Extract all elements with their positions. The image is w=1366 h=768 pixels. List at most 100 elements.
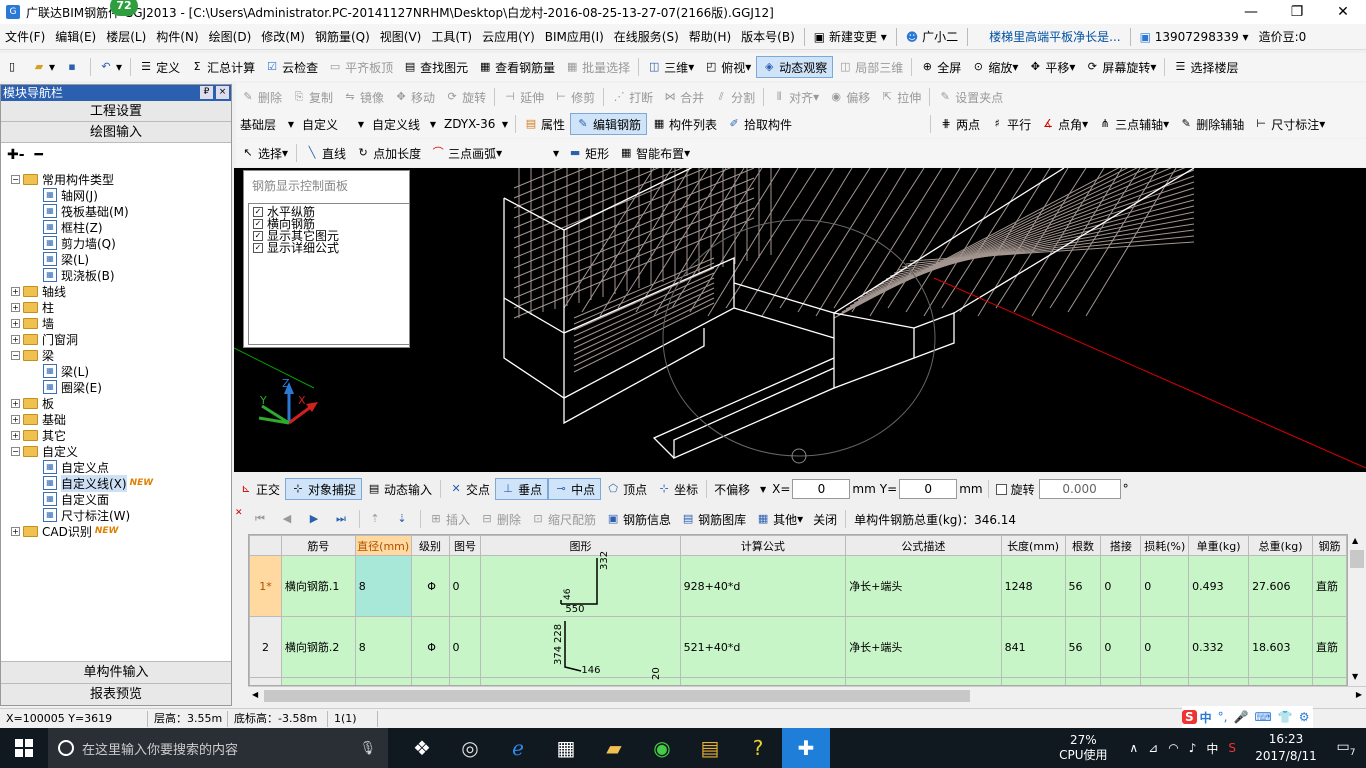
menu-view[interactable]: 视图(V): [375, 28, 427, 45]
tree-item[interactable]: + 轴线: [11, 283, 66, 299]
cell-lap[interactable]: 0: [1100, 555, 1142, 617]
tree-item[interactable]: + 板: [11, 395, 54, 411]
menu-rebar-qty[interactable]: 钢筋量(Q): [310, 28, 375, 45]
expand-all-icon[interactable]: ✚-: [7, 147, 25, 163]
menu-cloud[interactable]: 云应用(Y): [477, 28, 540, 45]
col-header-count[interactable]: 根数: [1064, 535, 1102, 556]
table-vertical-scrollbar[interactable]: ▲ ▼: [1348, 534, 1366, 686]
tree-item[interactable]: ▦ 筏板基础(M): [43, 203, 129, 219]
skin-icon[interactable]: 👕: [1275, 710, 1296, 724]
scroll-thumb[interactable]: [1350, 550, 1364, 568]
cell-grade[interactable]: Φ: [410, 555, 450, 617]
col-header-total-weight[interactable]: 总重(kg): [1248, 535, 1313, 556]
col-header-bar-no[interactable]: 筋号: [280, 535, 356, 556]
cell-unit-weight[interactable]: 0.493: [1188, 555, 1250, 617]
microphone-icon[interactable]: 🎤: [1231, 710, 1252, 724]
table-row[interactable]: 2 横向钢筋.2 8 Φ 0 374 228 146 521+40*d 净长+端…: [249, 616, 1347, 678]
delete-row-button[interactable]: ⊟ 删除: [475, 508, 526, 530]
property-button[interactable]: ▤ 属性: [519, 113, 570, 135]
cell-count[interactable]: [1064, 677, 1102, 685]
clock[interactable]: 16:23 2017/8/11: [1246, 731, 1326, 765]
point-angle-button[interactable]: ∡ 点角 ▾: [1036, 113, 1093, 135]
cell-diameter[interactable]: 8: [354, 555, 412, 617]
table-row[interactable]: 1* 横向钢筋.1 8 Φ 0 332 320 46 550 928+40*d …: [249, 551, 1347, 617]
cell-count[interactable]: 56: [1064, 616, 1102, 678]
question-link[interactable]: 楼梯里高端平板净长是...: [984, 28, 1125, 45]
menu-element[interactable]: 构件(N): [151, 28, 203, 45]
scroll-up-icon[interactable]: ▲: [1352, 536, 1358, 545]
col-header-lap[interactable]: 搭接: [1100, 535, 1142, 556]
ime-indicator[interactable]: 中: [1206, 740, 1218, 757]
collapse-icon[interactable]: −: [11, 350, 20, 360]
dimension-button[interactable]: ⊢ 尺寸标注 ▾: [1249, 113, 1330, 135]
ortho-button[interactable]: ⊾ 正交: [234, 478, 285, 500]
user-account[interactable]: ▣ 13907298339 ▾: [1135, 30, 1254, 44]
sogou-tray-icon[interactable]: S: [1228, 741, 1236, 755]
restore-button[interactable]: ❐: [1274, 0, 1320, 24]
object-snap-button[interactable]: ⊹ 对象捕捉: [285, 478, 363, 500]
tree-item[interactable]: ▦ 剪力墙(Q): [43, 235, 116, 251]
cell-loss[interactable]: [1140, 677, 1190, 685]
tree-item[interactable]: + 柱: [11, 299, 54, 315]
tree-item[interactable]: − 梁: [11, 347, 54, 363]
open-button[interactable]: ▰ ▾: [27, 56, 60, 78]
cell-shape[interactable]: 332 320 46 550: [480, 551, 681, 617]
tree-item[interactable]: ▦ 轴网(J): [43, 187, 98, 203]
cell-figure-no[interactable]: 0: [448, 616, 482, 678]
new-file-button[interactable]: ▯: [0, 56, 27, 78]
view-rebar-qty-button[interactable]: ▦ 查看钢筋量: [473, 56, 560, 78]
ime-lang-toggle[interactable]: 中: [1197, 709, 1215, 726]
task-view-icon[interactable]: ❖: [398, 728, 446, 768]
save-button[interactable]: ▪: [60, 56, 87, 78]
col-header-loss[interactable]: 损耗(%): [1140, 535, 1190, 556]
keyboard-icon[interactable]: ⌨: [1251, 710, 1274, 724]
cell-total-weight[interactable]: 27.606: [1248, 555, 1313, 617]
cell-formula[interactable]: 928+40*d: [679, 555, 847, 617]
file-explorer-icon[interactable]: ▰: [590, 728, 638, 768]
tree-item[interactable]: − 自定义: [11, 443, 78, 459]
menu-tools[interactable]: 工具(T): [426, 28, 477, 45]
scale-rebar-button[interactable]: ⊡ 缩尺配筋: [526, 508, 601, 530]
stretch-button[interactable]: ⇱ 拉伸: [875, 86, 926, 108]
cell-total-weight[interactable]: [1248, 677, 1313, 685]
vertex-snap-button[interactable]: ⬠ 顶点: [601, 478, 652, 500]
last-record-button[interactable]: ⏭: [329, 508, 356, 530]
edit-rebar-button[interactable]: ✎ 编辑钢筋: [570, 113, 648, 135]
col-header-formula[interactable]: 计算公式: [679, 535, 847, 556]
guangxiaoer-button[interactable]: ☻ 广小二: [901, 28, 963, 45]
close-icon[interactable]: ×: [216, 86, 229, 99]
tree-item[interactable]: ▦ 梁(L): [43, 363, 89, 379]
tree-item[interactable]: + 基础: [11, 411, 66, 427]
cell-rebar-type[interactable]: 直筋: [1311, 555, 1347, 617]
app-swirl-icon[interactable]: ◎: [446, 728, 494, 768]
rectangle-button[interactable]: ▬ 矩形: [563, 142, 614, 164]
pin-icon[interactable]: ₽: [200, 86, 213, 99]
cell-length[interactable]: 841: [1000, 616, 1066, 678]
trim-button[interactable]: ⊢ 修剪: [549, 86, 600, 108]
row-index[interactable]: [249, 677, 282, 685]
expand-icon[interactable]: +: [11, 318, 20, 328]
expand-icon[interactable]: +: [11, 334, 20, 344]
parallel-button[interactable]: ♯ 平行: [985, 113, 1036, 135]
find-element-button[interactable]: ▤ 查找图元: [398, 56, 473, 78]
insert-button[interactable]: ⊞ 插入: [424, 508, 475, 530]
cell-count[interactable]: 56: [1064, 555, 1102, 617]
cell-lap[interactable]: [1100, 677, 1142, 685]
cell-diameter[interactable]: 8: [354, 616, 412, 678]
three-point-arc-button[interactable]: ⌒ 三点画弧 ▾: [426, 142, 507, 164]
minimize-button[interactable]: —: [1228, 0, 1274, 24]
extend-button[interactable]: ⊣ 延伸: [498, 86, 549, 108]
settings-icon[interactable]: ⚙: [1296, 710, 1313, 724]
menu-help[interactable]: 帮助(H): [684, 28, 736, 45]
col-header-unit-weight[interactable]: 单重(kg): [1188, 535, 1250, 556]
row-index[interactable]: 2: [249, 616, 282, 678]
close-icon[interactable]: ✕: [235, 508, 243, 518]
collapse-all-icon[interactable]: ━: [35, 147, 43, 163]
row-index[interactable]: 1*: [249, 555, 282, 617]
y-input[interactable]: 0: [899, 479, 958, 499]
line-button[interactable]: ╲ 直线: [300, 142, 351, 164]
menu-bim[interactable]: BIM应用(I): [540, 28, 609, 45]
table-row[interactable]: 20: [249, 667, 1347, 685]
expand-icon[interactable]: +: [11, 398, 20, 408]
prev-record-button[interactable]: ◀: [275, 508, 302, 530]
